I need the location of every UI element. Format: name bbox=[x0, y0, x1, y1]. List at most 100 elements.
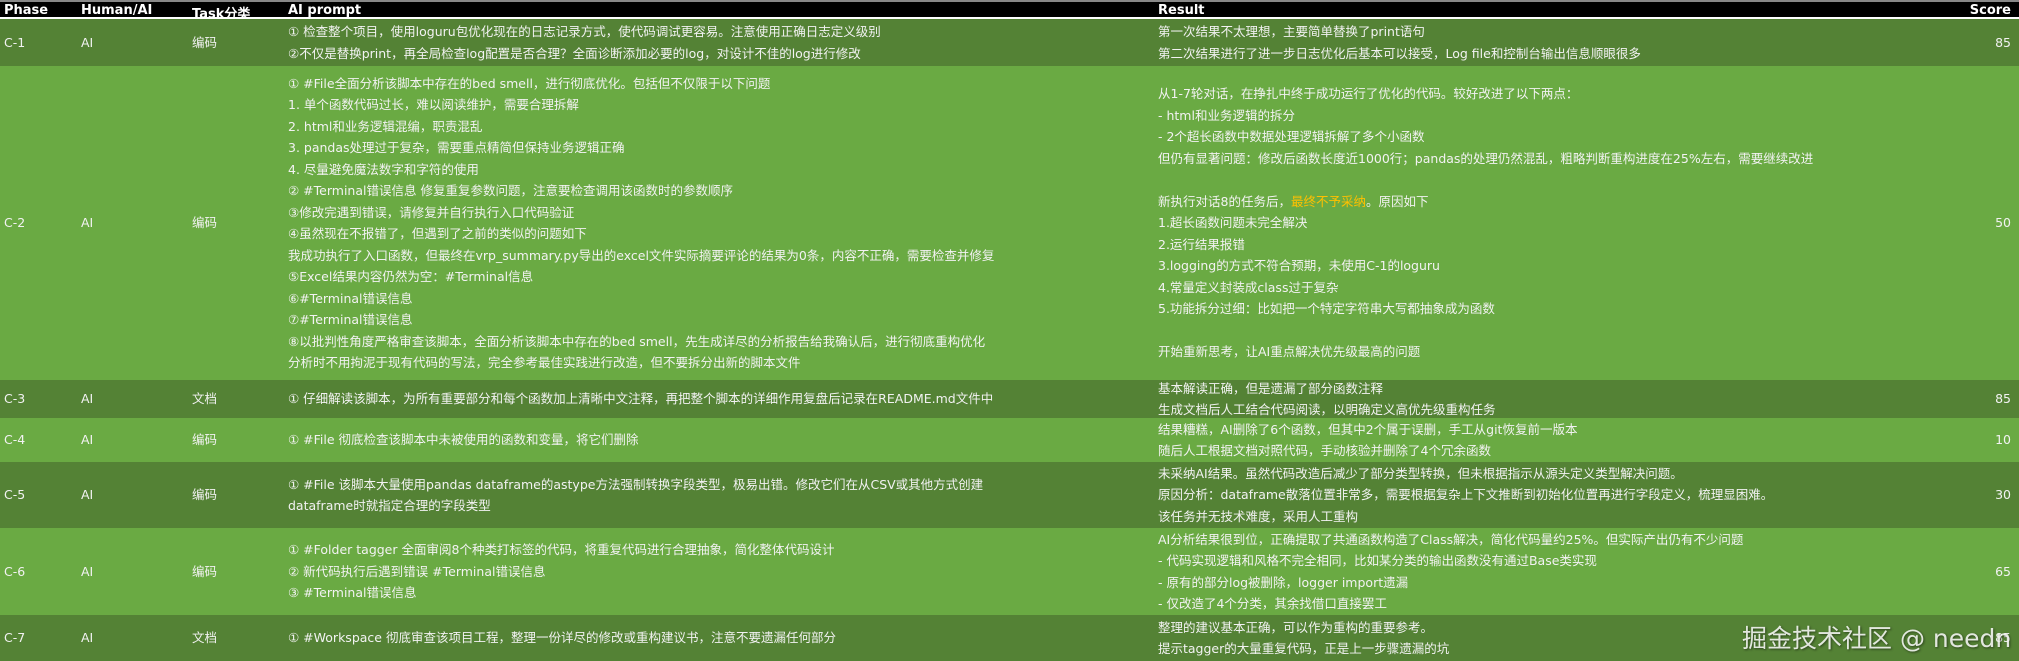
result-line: - 仅改造了4个分类，其余找借口直接罢工 bbox=[1158, 596, 1387, 611]
result-line: 5.功能拆分过细：比如把一个特定字符串大写都抽象成为函数 bbox=[1158, 301, 1495, 317]
phase-cell: C-1 bbox=[4, 19, 25, 66]
prompt-line: ② 新代码执行后遇到错误 #Terminal错误信息 bbox=[288, 563, 546, 579]
rejected-highlight: 最终不予采纳 bbox=[1290, 193, 1366, 209]
header-phase: Phase bbox=[4, 3, 49, 18]
phase-cell: C-5 bbox=[4, 462, 25, 528]
result-cell: 整理的建议基本正确，可以作为重构的重要参考。提示tagger的大量重复代码，正是… bbox=[1158, 615, 1449, 661]
phase-cell: C-6 bbox=[4, 528, 25, 615]
human-ai-cell-text: AI bbox=[81, 487, 94, 503]
phase-cell: C-2 bbox=[4, 66, 25, 380]
table-header: Phase Human/AI Task分类 AI prompt Result S… bbox=[0, 0, 2019, 22]
result-text: 。原因如下 bbox=[1365, 193, 1429, 209]
prompt-cell: ① #Folder tagger 全面审阅8个种类打标签的代码，将重复代码进行合… bbox=[288, 528, 834, 615]
phase-cell-text: C-1 bbox=[4, 34, 26, 50]
task-cell-text: 编码 bbox=[192, 487, 218, 503]
task-cell-text: 文档 bbox=[192, 391, 218, 407]
human-ai-cell: AI bbox=[81, 418, 93, 462]
result-line: 开始重新思考，让AI重点解决优先级最高的问题 bbox=[1158, 344, 1421, 360]
header-result: Result bbox=[1158, 3, 1205, 18]
score-cell: 85 bbox=[1995, 19, 2011, 66]
task-cell-text: 文档 bbox=[192, 630, 218, 646]
prompt-line: ② #Terminal错误信息 修复重复参数问题，注意要检查调用该函数时的参数顺… bbox=[288, 183, 733, 198]
score-cell: 65 bbox=[1995, 528, 2011, 615]
phase-cell: C-4 bbox=[4, 418, 25, 462]
result-line: 1.超长函数问题未完全解决 bbox=[1158, 215, 1308, 231]
prompt-line: ⑤Excel结果内容仍然为空：#Terminal信息 bbox=[288, 269, 534, 284]
prompt-line: ① 仔细解读该脚本，为所有重要部分和每个函数加上清晰中文注释，再把整个脚本的详细… bbox=[288, 391, 994, 407]
result-line: 该任务并无技术难度，采用人工重构 bbox=[1158, 508, 1359, 524]
phase-cell-text: C-5 bbox=[4, 487, 26, 503]
score-cell-text: 10 bbox=[1995, 432, 2011, 448]
score-cell-text: 30 bbox=[1995, 487, 2011, 503]
result-line: 提示tagger的大量重复代码，正是上一步骤遗漏的坑 bbox=[1158, 641, 1450, 656]
human-ai-cell: AI bbox=[81, 66, 93, 380]
result-cell: 未采纳AI结果。虽然代码改造后减少了部分类型转换，但未根据指示从源头定义类型解决… bbox=[1158, 462, 1773, 528]
prompt-line: ③修改完遇到错误，请修复并自行执行入口代码验证 bbox=[288, 204, 575, 220]
result-line: - 2个超长函数中数据处理逻辑拆解了多个小函数 bbox=[1158, 129, 1425, 145]
phase-cell-text: C-4 bbox=[4, 432, 26, 448]
task-cell: 文档 bbox=[192, 380, 217, 418]
table-row: C-4 AI 编码 10 ① #File 彻底检查该脚本中未被使用的函数和变量，将它们删… bbox=[0, 418, 2019, 462]
header-score: Score bbox=[1969, 3, 2011, 18]
human-ai-cell-text: AI bbox=[81, 215, 94, 231]
result-line: 随后人工根据文档对照代码，手动核验并删除了4个冗余函数 bbox=[1158, 443, 1491, 458]
score-cell-text: 65 bbox=[1995, 563, 2011, 579]
result-line: - 原有的部分log被删除，logger import遗漏 bbox=[1158, 574, 1409, 590]
task-cell: 编码 bbox=[192, 528, 217, 615]
result-line bbox=[1158, 169, 1813, 191]
result-line: 第一次结果不太理想，主要简单替换了print语句 bbox=[1158, 24, 1425, 39]
prompt-cell: ① #File 彻底检查该脚本中未被使用的函数和变量，将它们删除 bbox=[288, 418, 639, 462]
phase-cell: C-3 bbox=[4, 380, 25, 418]
table-row: C-3 AI 文档 85 ① 仔细解读该脚本，为所有重要部分和每个函数加上清晰中文注释，… bbox=[0, 380, 2019, 418]
table-row: C-1 AI 编码 85 ① 检查整个项目，使用loguru包优化现在的日志记录方式，使… bbox=[0, 19, 2019, 66]
watermark: 掘金技术社区 @ needn bbox=[1742, 624, 2012, 653]
result-line: 基本解读正确，但是遗漏了部分函数注释 bbox=[1158, 380, 1384, 396]
task-cell: 编码 bbox=[192, 19, 217, 66]
result-line: 整理的建议基本正确，可以作为重构的重要参考。 bbox=[1158, 619, 1434, 635]
task-cell: 文档 bbox=[192, 615, 217, 661]
prompt-line: 2. html和业务逻辑混编，职责混乱 bbox=[288, 118, 483, 134]
task-cell-text: 编码 bbox=[192, 563, 218, 579]
result-line: 3.logging的方式不符合预期，未使用C-1的loguru bbox=[1158, 258, 1440, 274]
table-row: C-5 AI 编码 30 ① #File 该脚本大量使用pandas dataframe… bbox=[0, 462, 2019, 528]
result-line: 结果糟糕，AI删除了6个函数，但其中2个属于误删，手工从git恢复前一版本 bbox=[1158, 421, 1578, 437]
prompt-line: ① #Folder tagger 全面审阅8个种类打标签的代码，将重复代码进行合… bbox=[288, 542, 835, 558]
prompt-line: ②不仅是替换print，再全局检查log配置是否合理？全面诊断添加必要的log，… bbox=[288, 45, 861, 61]
score-cell-text: 85 bbox=[1995, 391, 2011, 407]
result-cell: 基本解读正确，但是遗漏了部分函数注释 生成文档后人工结合代码阅读，以明确定义高优先… bbox=[1158, 380, 1496, 418]
score-cell: 30 bbox=[1995, 462, 2011, 528]
human-ai-cell-text: AI bbox=[81, 563, 94, 579]
result-line: - 代码实现逻辑和风格不完全相同，比如某分类的输出函数没有通过Base类实现 bbox=[1158, 553, 1597, 568]
task-cell: 编码 bbox=[192, 462, 217, 528]
prompt-line: ① #File全面分析该脚本中存在的bed smell，进行彻底优化。包括但不仅… bbox=[288, 75, 771, 91]
prompt-line: 分析时不用拘泥于现有代码的写法，完全参考最佳实践进行改造，但不要拆分出新的脚本文… bbox=[288, 355, 801, 370]
prompt-line: ① #Workspace 彻底审查该项目工程，整理一份详尽的修改或重构建议书，注… bbox=[288, 630, 836, 646]
human-ai-cell: AI bbox=[81, 380, 93, 418]
score-cell: 85 bbox=[1995, 380, 2011, 418]
result-text: 新执行对话8的任务后， bbox=[1158, 193, 1291, 209]
prompt-line: 4. 尽量避免魔法数字和字符的使用 bbox=[288, 161, 479, 177]
task-cell-text: 编码 bbox=[192, 432, 218, 448]
prompt-line: 3. pandas处理过于复杂，需要重点精简但保持业务逻辑正确 bbox=[288, 140, 625, 155]
prompt-line: ⑥#Terminal错误信息 bbox=[288, 290, 413, 306]
prompt-line: ① #File 彻底检查该脚本中未被使用的函数和变量，将它们删除 bbox=[288, 432, 639, 448]
prompt-cell: ① 仔细解读该脚本，为所有重要部分和每个函数加上清晰中文注释，再把整个脚本的详细… bbox=[288, 380, 993, 418]
result-cell: AI分析结果很到位，正确提取了共通函数构造了Class解决，简化代码量约25%。… bbox=[1158, 528, 1743, 615]
prompt-line: ③ #Terminal错误信息 bbox=[288, 585, 417, 601]
prompt-line: ① #File 该脚本大量使用pandas dataframe的astype方法… bbox=[288, 476, 984, 492]
result-line: 2.运行结果报错 bbox=[1158, 236, 1245, 252]
human-ai-cell: AI bbox=[81, 615, 93, 661]
human-ai-cell: AI bbox=[81, 462, 93, 528]
result-line bbox=[1158, 320, 1813, 342]
task-cell: 编码 bbox=[192, 418, 217, 462]
result-line: 新执行对话8的任务后，最终不予采纳。原因如下 bbox=[1158, 191, 1813, 213]
score-cell-text: 50 bbox=[1995, 215, 2011, 231]
result-line: 第二次结果进行了进一步日志优化后基本可以接受，Log file和控制台输出信息顺… bbox=[1158, 45, 1641, 61]
phase-cell-text: C-6 bbox=[4, 563, 26, 579]
prompt-line: ① 检查整个项目，使用loguru包优化现在的日志记录方式，使代码调试更容易。注… bbox=[288, 24, 881, 39]
phase-cell: C-7 bbox=[4, 615, 25, 661]
prompt-cell: ① #Workspace 彻底审查该项目工程，整理一份详尽的修改或重构建议书，注… bbox=[288, 615, 836, 661]
prompt-line: 1. 单个函数代码过长，难以阅读维护，需要合理拆解 bbox=[288, 97, 579, 112]
task-cell-text: 编码 bbox=[192, 215, 218, 231]
prompt-cell: ① 检查整个项目，使用loguru包优化现在的日志记录方式，使代码调试更容易。注… bbox=[288, 19, 881, 66]
